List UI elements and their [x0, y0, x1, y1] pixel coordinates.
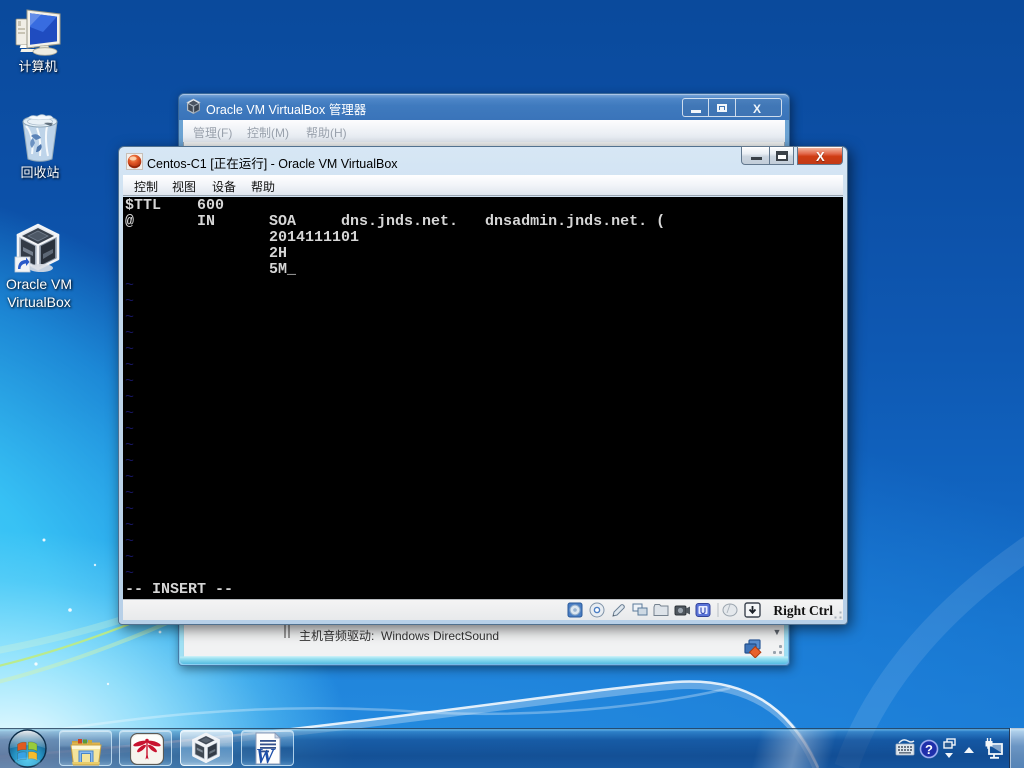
svg-text:W: W	[256, 744, 276, 765]
svg-text:?: ?	[925, 742, 933, 757]
